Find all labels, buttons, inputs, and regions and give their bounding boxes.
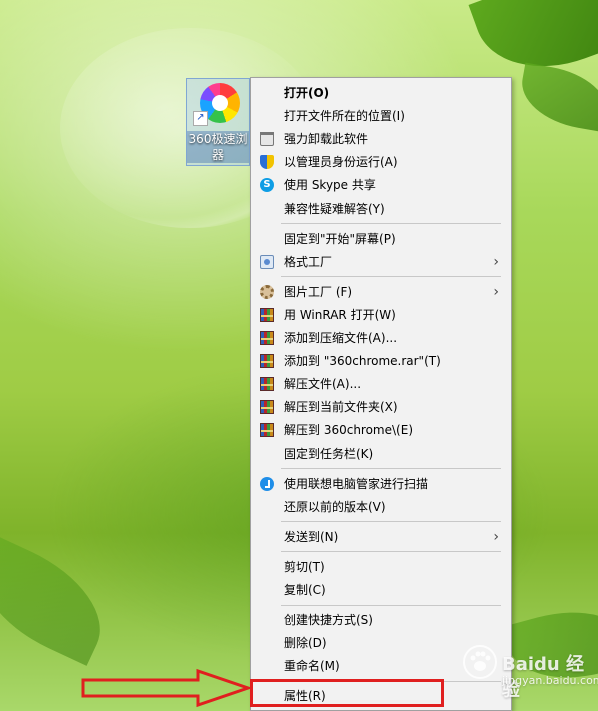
menu-item-2-2[interactable]: 添加到压缩文件(A)... bbox=[251, 327, 511, 349]
menu-separator bbox=[281, 276, 501, 278]
menu-item-label: 添加到 "360chrome.rar"(T) bbox=[284, 354, 441, 369]
context-menu: 打开(O) 打开文件所在的位置(I) 强力卸载此软件以管理员身份运行(A) S 使用 S… bbox=[250, 77, 512, 711]
skype-icon: S bbox=[260, 178, 274, 193]
menu-item-label: 剪切(T) bbox=[284, 559, 325, 574]
shortcut-label-line1: 360极速浏 bbox=[188, 132, 248, 146]
menu-separator bbox=[281, 468, 501, 470]
menu-item-label: 使用联想电脑管家进行扫描 bbox=[284, 476, 429, 491]
menu-item-2-4[interactable]: 解压文件(A)... bbox=[251, 373, 511, 395]
menu-item-label: 删除(D) bbox=[284, 636, 327, 651]
desktop-shortcut-360-browser[interactable]: ↗ 360极速浏 器 bbox=[186, 78, 250, 166]
shortcut-label-line2: 器 bbox=[211, 148, 224, 162]
menu-item-label: 发送到(N) bbox=[284, 529, 339, 544]
menu-item-0-5[interactable]: 兼容性疑难解答(Y) bbox=[251, 198, 511, 220]
chevron-right-icon: › bbox=[493, 253, 499, 270]
menu-item-0-4[interactable]: S 使用 Skype 共享 bbox=[251, 174, 511, 196]
red-arrow-annotation bbox=[81, 668, 252, 708]
baidu-paw-icon bbox=[463, 645, 497, 679]
properties-highlight-box bbox=[250, 679, 444, 707]
trash-icon bbox=[260, 132, 274, 147]
menu-item-label: 打开文件所在的位置(I) bbox=[284, 109, 405, 124]
shortcut-arrow-icon: ↗ bbox=[193, 111, 208, 126]
winrar-icon bbox=[260, 423, 274, 438]
menu-item-4-0[interactable]: 发送到(N) › bbox=[251, 526, 511, 548]
menu-separator bbox=[281, 604, 501, 606]
menu-item-label: 使用 Skype 共享 bbox=[284, 178, 376, 193]
winrar-icon bbox=[260, 331, 274, 345]
menu-item-0-3[interactable]: 以管理员身份运行(A) bbox=[251, 151, 511, 173]
menu-item-label: 强力卸载此软件 bbox=[284, 132, 369, 147]
menu-item-2-1[interactable]: 用 WinRAR 打开(W) bbox=[251, 304, 511, 326]
menu-item-2-7[interactable]: 固定到任务栏(K) bbox=[251, 443, 511, 465]
menu-item-6-0[interactable]: 创建快捷方式(S) bbox=[251, 609, 511, 631]
winrar-icon bbox=[260, 307, 274, 322]
menu-item-label: 打开(O) bbox=[284, 86, 330, 100]
shortcut-label: 360极速浏 器 bbox=[187, 131, 249, 163]
menu-item-label: 以管理员身份运行(A) bbox=[284, 155, 398, 170]
menu-item-0-1[interactable]: 打开文件所在的位置(I) bbox=[251, 105, 511, 127]
menu-item-2-5[interactable]: 解压到当前文件夹(X) bbox=[251, 396, 511, 418]
chevron-right-icon: › bbox=[493, 283, 499, 300]
menu-item-1-0[interactable]: 固定到"开始"屏幕(P) bbox=[251, 228, 511, 250]
menu-item-5-0[interactable]: 剪切(T) bbox=[251, 556, 511, 578]
winrar-icon bbox=[260, 400, 274, 415]
menu-item-2-3[interactable]: 添加到 "360chrome.rar"(T) bbox=[251, 350, 511, 372]
menu-item-3-0[interactable]: 使用联想电脑管家进行扫描 bbox=[251, 473, 511, 495]
menu-item-2-6[interactable]: 解压到 360chrome\(E) bbox=[251, 419, 511, 441]
menu-separator bbox=[281, 551, 501, 553]
picture-factory-icon bbox=[260, 284, 274, 299]
leaf-decoration bbox=[0, 534, 121, 666]
menu-item-label: 创建快捷方式(S) bbox=[284, 613, 373, 628]
menu-item-label: 添加到压缩文件(A)... bbox=[284, 331, 398, 345]
menu-item-label: 复制(C) bbox=[284, 583, 326, 597]
menu-item-label: 解压文件(A)... bbox=[284, 377, 362, 392]
menu-item-label: 解压到当前文件夹(X) bbox=[284, 400, 398, 415]
menu-item-label: 重命名(M) bbox=[284, 659, 340, 674]
menu-item-label: 兼容性疑难解答(Y) bbox=[284, 201, 385, 216]
menu-item-0-0[interactable]: 打开(O) bbox=[251, 82, 511, 104]
menu-item-label: 还原以前的版本(V) bbox=[284, 499, 386, 514]
lenovo-icon bbox=[260, 476, 274, 491]
menu-separator bbox=[281, 223, 501, 225]
baidu-watermark: Baidu 经验 jingyan.baidu.com bbox=[462, 644, 598, 704]
format-factory-icon bbox=[260, 254, 274, 269]
winrar-icon bbox=[260, 377, 274, 392]
watermark-url: jingyan.baidu.com bbox=[502, 674, 598, 687]
menu-item-5-1[interactable]: 复制(C) bbox=[251, 579, 511, 601]
leaf-decoration bbox=[515, 62, 598, 133]
menu-item-1-1[interactable]: 格式工厂 › bbox=[251, 251, 511, 273]
menu-item-0-2[interactable]: 强力卸载此软件 bbox=[251, 128, 511, 150]
menu-item-label: 固定到任务栏(K) bbox=[284, 446, 374, 461]
menu-item-3-1[interactable]: 还原以前的版本(V) bbox=[251, 496, 511, 518]
menu-item-label: 用 WinRAR 打开(W) bbox=[284, 307, 396, 322]
menu-separator bbox=[281, 521, 501, 523]
menu-item-label: 固定到"开始"屏幕(P) bbox=[284, 231, 396, 246]
chevron-right-icon: › bbox=[493, 528, 499, 545]
menu-item-label: 图片工厂 (F) bbox=[284, 284, 353, 299]
menu-item-label: 格式工厂 bbox=[284, 254, 333, 269]
menu-item-2-0[interactable]: 图片工厂 (F) › bbox=[251, 281, 511, 303]
menu-item-label: 解压到 360chrome\(E) bbox=[284, 423, 413, 438]
winrar-icon bbox=[260, 354, 274, 369]
shield-icon bbox=[260, 155, 274, 170]
